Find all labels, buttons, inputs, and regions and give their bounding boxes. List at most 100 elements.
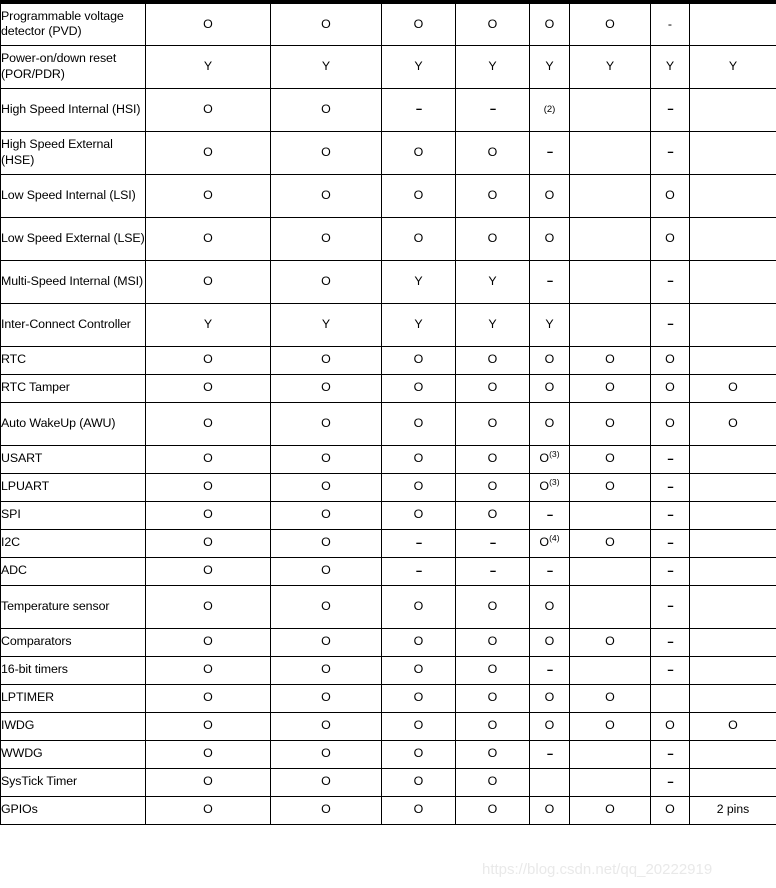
feature-label: Multi-Speed Internal (MSI) — [0, 259, 146, 304]
support-cell: O — [455, 767, 530, 797]
support-cell: -- — [650, 655, 690, 685]
support-cell: O — [270, 584, 382, 629]
support-cell: -- — [650, 556, 690, 586]
support-cell — [569, 767, 651, 797]
support-cell: 2 pins — [689, 795, 776, 825]
feature-label: Programmable voltage detector (PVD) — [0, 1, 146, 46]
support-cell: O — [455, 373, 530, 403]
support-cell — [569, 130, 651, 175]
support-cell — [569, 87, 651, 132]
support-cell — [569, 216, 651, 261]
support-cell: O — [145, 401, 271, 446]
support-cell — [689, 216, 776, 261]
table-row: RTC Tamper O O O O O O O O — [0, 373, 776, 403]
support-cell: O — [381, 500, 456, 530]
table-row: RTC O O O O O O O — [0, 345, 776, 375]
support-cell: O — [145, 345, 271, 375]
support-cell: -- — [650, 627, 690, 657]
support-cell: -- — [529, 259, 570, 304]
support-cell: O — [455, 401, 530, 446]
support-cell — [569, 584, 651, 629]
table-row: SPI O O O O -- -- — [0, 500, 776, 530]
support-cell: -- — [650, 528, 690, 558]
support-cell: -- — [529, 500, 570, 530]
table-row: GPIOs O O O O O O O 2 pins — [0, 795, 776, 825]
feature-label: High Speed External (HSE) — [0, 130, 146, 175]
support-cell: O — [381, 584, 456, 629]
support-cell: O — [455, 711, 530, 741]
support-cell: O — [270, 373, 382, 403]
support-cell: O — [270, 1, 382, 46]
table-row: High Speed Internal (HSI) O O -- -- (2) -- — [0, 87, 776, 132]
support-cell: O — [270, 711, 382, 741]
support-cell: O — [145, 444, 271, 474]
support-cell: O — [529, 173, 570, 218]
support-cell: -- — [650, 87, 690, 132]
support-cell: O — [529, 401, 570, 446]
support-cell — [689, 130, 776, 175]
support-cell: Y — [455, 44, 530, 89]
support-cell: O(3) — [529, 472, 570, 502]
support-cell: O — [569, 373, 651, 403]
support-cell: O — [145, 259, 271, 304]
support-cell: O — [270, 216, 382, 261]
support-cell: -- — [381, 528, 456, 558]
support-cell: -- — [381, 556, 456, 586]
support-cell: O — [381, 444, 456, 474]
table-row: ADC O O -- -- -- -- — [0, 556, 776, 586]
support-cell — [689, 739, 776, 769]
feature-label: LPTIMER — [0, 683, 146, 713]
feature-label: I2C — [0, 528, 146, 558]
support-cell: O — [145, 795, 271, 825]
support-cell: O — [145, 87, 271, 132]
support-cell: O — [650, 216, 690, 261]
support-cell: O — [381, 739, 456, 769]
support-cell: O — [455, 739, 530, 769]
support-cell: O — [455, 130, 530, 175]
support-cell — [689, 173, 776, 218]
support-cell — [689, 259, 776, 304]
support-cell: -- — [650, 739, 690, 769]
support-cell — [529, 767, 570, 797]
support-cell: O — [145, 683, 271, 713]
feature-label: ADC — [0, 556, 146, 586]
support-cell: O — [569, 1, 651, 46]
support-cell: O — [270, 345, 382, 375]
table-row: LPTIMER O O O O O O — [0, 683, 776, 713]
support-cell: O — [569, 401, 651, 446]
feature-label: Power-on/down reset (POR/PDR) — [0, 44, 146, 89]
support-cell: O — [529, 584, 570, 629]
table-row: LPUART O O O O O(3) O -- — [0, 472, 776, 502]
support-cell: Y — [145, 44, 271, 89]
feature-label: RTC — [0, 345, 146, 375]
support-cell: O — [455, 584, 530, 629]
support-cell: O — [381, 130, 456, 175]
support-cell — [569, 556, 651, 586]
support-cell: (2) — [529, 87, 570, 132]
support-cell: O — [529, 795, 570, 825]
feature-label: SysTick Timer — [0, 767, 146, 797]
feature-label: Comparators — [0, 627, 146, 657]
feature-label: IWDG — [0, 711, 146, 741]
support-cell — [569, 173, 651, 218]
feature-label: Auto WakeUp (AWU) — [0, 401, 146, 446]
support-cell: O — [529, 373, 570, 403]
feature-comparison-table: Programmable voltage detector (PVD) O O O O O… — [0, 0, 776, 825]
support-cell: O — [270, 795, 382, 825]
support-cell: O — [270, 472, 382, 502]
support-cell: O — [381, 767, 456, 797]
support-cell: O — [381, 795, 456, 825]
support-cell — [569, 259, 651, 304]
support-cell: O — [650, 401, 690, 446]
feature-label: High Speed Internal (HSI) — [0, 87, 146, 132]
table-row: Low Speed Internal (LSI) O O O O O O — [0, 173, 776, 218]
support-cell — [689, 1, 776, 46]
support-cell: -- — [529, 556, 570, 586]
table-row: High Speed External (HSE) O O O O -- -- — [0, 130, 776, 175]
support-cell: Y — [689, 44, 776, 89]
support-cell — [689, 444, 776, 474]
support-cell: Y — [270, 44, 382, 89]
support-cell: O — [381, 627, 456, 657]
support-cell: O — [455, 1, 530, 46]
support-cell: O — [650, 373, 690, 403]
